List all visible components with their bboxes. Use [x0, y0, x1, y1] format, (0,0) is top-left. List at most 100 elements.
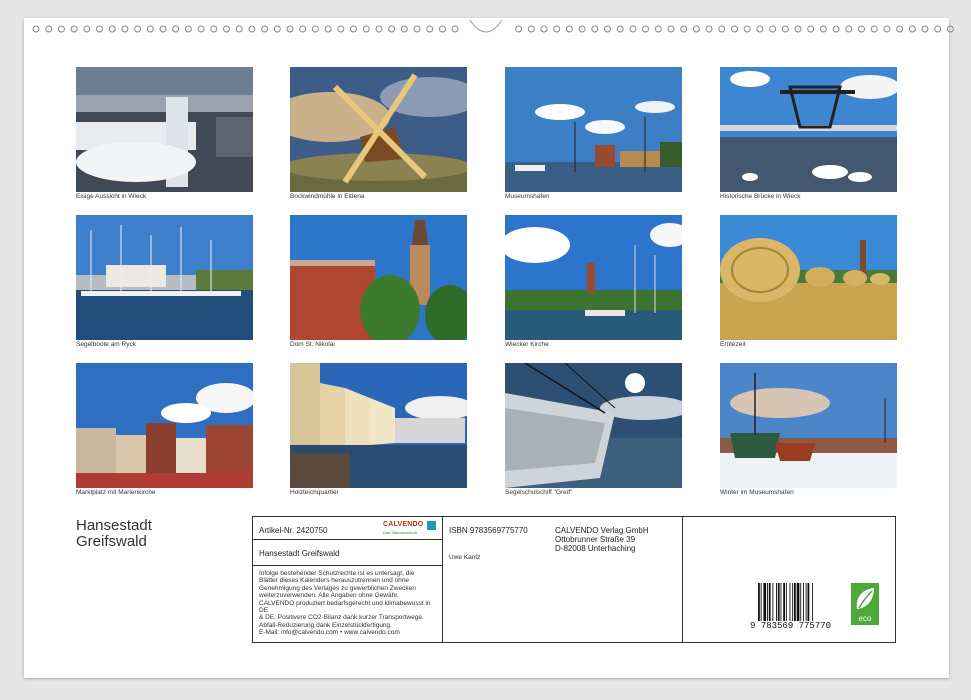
ring-hole [896, 25, 904, 33]
ring-hole [794, 25, 802, 33]
ring-hole [756, 25, 764, 33]
author: Uwe Kantz [449, 554, 481, 561]
ring-hole [400, 25, 408, 33]
ring-hole [654, 25, 662, 33]
photo-caption: Dom St. Nikolai [290, 341, 335, 348]
ring-hole [819, 25, 827, 33]
ring-hole [870, 25, 878, 33]
ring-hole [921, 25, 929, 33]
ring-hole [121, 25, 129, 33]
ring-hole [743, 25, 751, 33]
photo-caption: Wiecker Kirche [505, 341, 549, 348]
ring-hole [934, 25, 942, 33]
ring-hole [96, 25, 103, 33]
ring-hole [172, 25, 180, 33]
photo-caption: Holzteichquartier [290, 489, 339, 496]
photo-caption: Museumshafen [505, 193, 550, 200]
ring-hole [883, 25, 891, 33]
barcode: 9 783569 775770 [750, 583, 834, 633]
ring-hole [845, 25, 853, 33]
photo-wieck-church [505, 215, 682, 340]
photo-museum-harbor [505, 67, 682, 192]
ring-hole [515, 25, 523, 33]
ring-hole [680, 25, 688, 33]
binding-rings [32, 19, 954, 33]
ring-hole [769, 25, 777, 33]
ring-hole [832, 25, 840, 33]
photo-historic-bridge [720, 67, 897, 192]
publisher-address: CALVENDO Verlag GmbH Ottobrunner Straße … [555, 526, 649, 553]
ring-hole [350, 25, 357, 33]
barcode-bar [763, 583, 767, 621]
photo-sailboats [76, 215, 253, 340]
ring-hole [45, 25, 53, 33]
photo-windmill [290, 67, 467, 192]
ring-hole [616, 25, 624, 33]
ring-hole [807, 25, 815, 33]
ring-hole [223, 25, 230, 33]
photo-caption: Marktplatz mit Marienkirche [76, 489, 156, 496]
photo-caption: Bockwindmühle in Eldena [290, 193, 365, 200]
legal-line: CALVENDO produziert bedarfsgerecht und k… [259, 599, 431, 615]
barcode-bar [768, 583, 771, 621]
ring-hole [235, 25, 243, 33]
barcode-bar [758, 583, 760, 621]
ring-hole [591, 25, 599, 33]
ring-hole [908, 25, 916, 33]
ring-hole [781, 25, 789, 33]
ring-hole [451, 25, 459, 33]
photo-winter-harbor [720, 363, 897, 488]
article-number: Artikel-Nr. 2420750 [259, 526, 328, 535]
ring-hole [184, 25, 192, 33]
ring-hole [337, 25, 345, 33]
barcode-bar [800, 583, 802, 621]
ring-hole [604, 25, 611, 33]
barcode-bar [812, 583, 813, 621]
ring-hole [540, 25, 548, 33]
barcode-bar [767, 583, 768, 621]
barcode-bar [783, 583, 785, 621]
ring-hole [553, 25, 561, 33]
barcode-bar [772, 583, 774, 621]
ring-hole [32, 25, 40, 33]
barcode-bar [785, 583, 787, 621]
ring-hole [134, 25, 142, 33]
photo-harvest [720, 215, 897, 340]
ring-hole [946, 25, 954, 33]
ring-hole [731, 25, 738, 33]
barcode-bar [805, 583, 807, 621]
photo-market-square [76, 363, 253, 488]
ring-hole [57, 25, 65, 33]
ring-hole [426, 25, 434, 33]
ring-hole [70, 25, 78, 33]
isbn: ISBN 9783569775770 [449, 526, 528, 535]
ring-hole [261, 25, 269, 33]
photo-caption: Erntezeit [720, 341, 746, 348]
ring-hole [286, 25, 294, 33]
calendar-title: Hansestadt Greifswald [76, 517, 152, 550]
legal-line: weiterzuverwenden. Alle Angaben ohne Gew… [259, 592, 399, 600]
ring-hole [248, 25, 256, 33]
legal-line: E-Mail: info@calvendo.com • www.calvendo… [259, 629, 400, 637]
photo-icy-view [76, 67, 253, 192]
photo-caption: Segelschulschiff "Greif" [505, 489, 573, 496]
barcode-bar [760, 583, 762, 621]
photo-caption: Winter im Museumshafen [720, 489, 794, 496]
photo-holzteich-quarter [290, 363, 467, 488]
barcode-bar [807, 583, 810, 621]
legal-line: Abfall-Reduzierung dank Einzelstückferti… [259, 621, 392, 629]
ring-hole [667, 25, 675, 33]
ring-hole [83, 25, 91, 33]
ring-hole [578, 25, 586, 33]
ring-hole [324, 25, 332, 33]
ring-hole [146, 25, 154, 33]
ring-hole [362, 25, 370, 33]
eco-leaf-icon: eco [851, 583, 879, 625]
legal-line: & DE. Positivere CO2-Bilanz dank kurzer … [259, 614, 424, 622]
ring-hole [858, 25, 865, 33]
ring-hole [413, 25, 421, 33]
ring-hole [629, 25, 637, 33]
photo-caption: Eisige Aussicht in Wieck [76, 193, 147, 200]
ring-hole [642, 25, 650, 33]
photo-cathedral [290, 215, 467, 340]
